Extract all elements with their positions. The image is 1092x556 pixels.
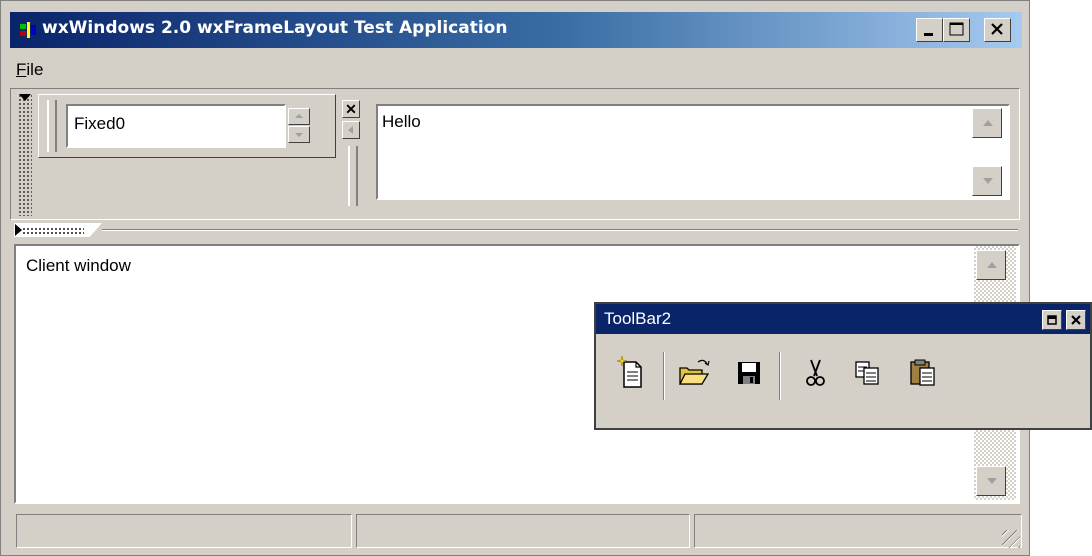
maximize-button[interactable]: [943, 18, 970, 42]
status-field-1: [16, 514, 352, 548]
pane-gripper[interactable]: [18, 94, 32, 216]
toolbar-separator: [779, 352, 781, 400]
new-file-button[interactable]: [612, 350, 652, 400]
spin-down-button[interactable]: [288, 126, 310, 143]
resize-grip[interactable]: [1002, 530, 1020, 548]
down-arrow-icon: [295, 133, 303, 137]
bar-drag-handle[interactable]: [47, 100, 57, 152]
menu-file-label-rest: ile: [26, 60, 44, 79]
scroll-up-button[interactable]: [972, 108, 1002, 138]
save-button[interactable]: [730, 350, 770, 400]
paste-icon: [910, 359, 935, 386]
toolbar-separator: [663, 352, 665, 400]
maximize-icon: [949, 22, 964, 36]
close-icon: [991, 23, 1003, 35]
window-title: wxWindows 2.0 wxFrameLayout Test Applica…: [42, 18, 508, 38]
save-icon: [738, 362, 760, 384]
fixed-spin-input[interactable]: Fixed0: [66, 104, 286, 148]
copy-icon: [855, 361, 879, 385]
open-folder-icon: [678, 359, 710, 385]
hello-text-area[interactable]: [376, 104, 1010, 200]
close-icon: [1071, 315, 1081, 325]
paste-button[interactable]: [904, 350, 944, 400]
menu-file-mnemonic: F: [16, 60, 27, 79]
toolbar-dock-button[interactable]: [1042, 310, 1062, 330]
minimize-button[interactable]: [916, 18, 943, 42]
pane-divider: [102, 229, 1018, 231]
app-icon: [20, 22, 36, 38]
up-arrow-icon: [295, 114, 303, 118]
client-window-text: Client window: [26, 256, 131, 275]
bar-collapse-button[interactable]: [342, 121, 360, 139]
scroll-down-button[interactable]: [972, 166, 1002, 196]
menu-file[interactable]: File: [16, 60, 43, 80]
collapse-arrow-icon[interactable]: [19, 94, 31, 101]
scroll-up-button[interactable]: [976, 250, 1006, 280]
scroll-down-button[interactable]: [976, 466, 1006, 496]
up-arrow-icon: [987, 262, 997, 268]
gripper-dots: [22, 227, 84, 235]
new-document-icon: [616, 355, 642, 388]
dock-icon: [1047, 315, 1057, 325]
toolbar-close-button[interactable]: [1066, 310, 1086, 330]
spin-up-button[interactable]: [288, 108, 310, 125]
toolbar-title: ToolBar2: [604, 309, 672, 328]
close-button[interactable]: [984, 18, 1011, 42]
left-arrow-icon: [348, 126, 353, 134]
expand-arrow-icon[interactable]: [15, 224, 22, 236]
status-field-3: [694, 514, 1022, 548]
minimize-icon: [924, 33, 933, 36]
down-arrow-icon: [987, 478, 997, 484]
bar-close-button[interactable]: ✕: [342, 100, 360, 118]
cut-button[interactable]: [796, 350, 836, 400]
down-arrow-icon: [983, 178, 993, 184]
open-button[interactable]: [674, 350, 714, 400]
bar-drag-handle[interactable]: [348, 146, 358, 206]
copy-button[interactable]: [848, 350, 888, 400]
up-arrow-icon: [983, 120, 993, 126]
status-field-2: [356, 514, 690, 548]
hello-text-content: Hello: [382, 112, 421, 131]
cut-icon: [806, 359, 825, 386]
title-bar[interactable]: wxWindows 2.0 wxFrameLayout Test Applica…: [10, 12, 1022, 48]
